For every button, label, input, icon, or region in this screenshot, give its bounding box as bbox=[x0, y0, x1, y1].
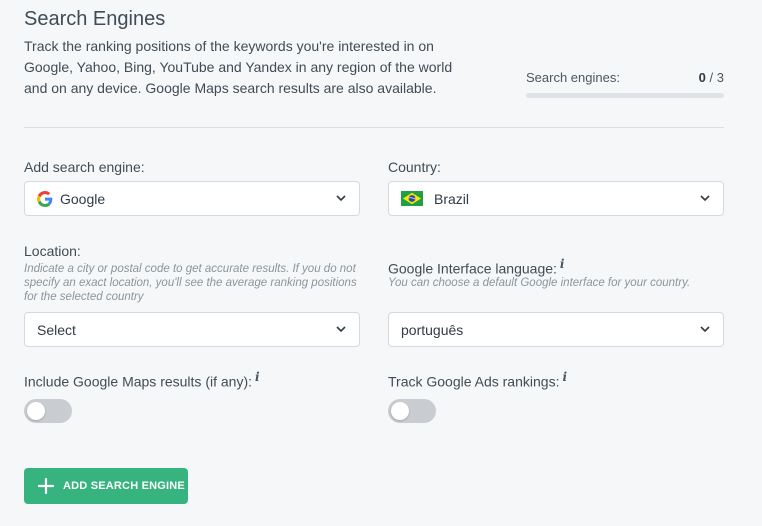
interface-language-hint: You can choose a default Google interfac… bbox=[388, 277, 691, 289]
maps-results-label: Include Google Maps results (if any): i bbox=[24, 370, 260, 390]
interface-language-label-text: Google Interface language: bbox=[388, 260, 557, 277]
interface-language-select[interactable]: português bbox=[388, 312, 724, 347]
country-label: Country: bbox=[388, 159, 441, 175]
ads-rankings-label: Track Google Ads rankings: i bbox=[388, 370, 567, 390]
location-label: Location: bbox=[24, 243, 81, 259]
page-description: Track the ranking positions of the keywo… bbox=[24, 38, 453, 96]
brazil-flag-icon bbox=[401, 191, 423, 206]
info-icon[interactable]: i bbox=[560, 257, 565, 271]
chevron-down-icon bbox=[335, 193, 347, 205]
search-engine-value: Google bbox=[60, 190, 106, 207]
plus-icon bbox=[38, 478, 54, 494]
page-title: Search Engines bbox=[24, 8, 166, 30]
toggle-knob bbox=[391, 402, 409, 420]
ads-rankings-toggle[interactable] bbox=[388, 399, 436, 423]
location-value: Select bbox=[37, 321, 76, 338]
chevron-down-icon bbox=[699, 324, 711, 336]
counter-label: Search engines: bbox=[526, 70, 620, 85]
counter-progress-bar bbox=[526, 93, 724, 98]
section-divider bbox=[24, 127, 724, 128]
counter-total: / 3 bbox=[709, 70, 724, 85]
toggle-knob bbox=[27, 402, 45, 420]
add-search-engine-button[interactable]: ADD SEARCH ENGINE bbox=[24, 468, 188, 504]
counter-value: 0 / 3 bbox=[699, 70, 724, 85]
chevron-down-icon bbox=[699, 193, 711, 205]
interface-language-label: Google Interface language: i bbox=[388, 257, 564, 277]
search-engine-select[interactable]: Google bbox=[24, 181, 360, 216]
interface-language-value: português bbox=[401, 321, 464, 338]
maps-results-toggle[interactable] bbox=[24, 399, 72, 423]
location-select[interactable]: Select bbox=[24, 312, 360, 347]
ads-rankings-label-text: Track Google Ads rankings: bbox=[388, 373, 560, 390]
search-engine-label: Add search engine: bbox=[24, 159, 145, 175]
location-hint: Indicate a city or postal code to get ac… bbox=[24, 263, 357, 303]
google-g-icon bbox=[37, 190, 53, 207]
country-select[interactable]: Brazil bbox=[388, 181, 724, 216]
info-icon[interactable]: i bbox=[255, 370, 260, 384]
add-search-engine-label: ADD SEARCH ENGINE bbox=[63, 480, 185, 492]
chevron-down-icon bbox=[335, 324, 347, 336]
country-value: Brazil bbox=[434, 190, 470, 207]
info-icon[interactable]: i bbox=[562, 370, 567, 384]
counter-used: 0 bbox=[698, 70, 706, 85]
search-engines-counter: Search engines: 0 / 3 bbox=[526, 70, 724, 98]
maps-results-label-text: Include Google Maps results (if any): bbox=[24, 373, 252, 390]
